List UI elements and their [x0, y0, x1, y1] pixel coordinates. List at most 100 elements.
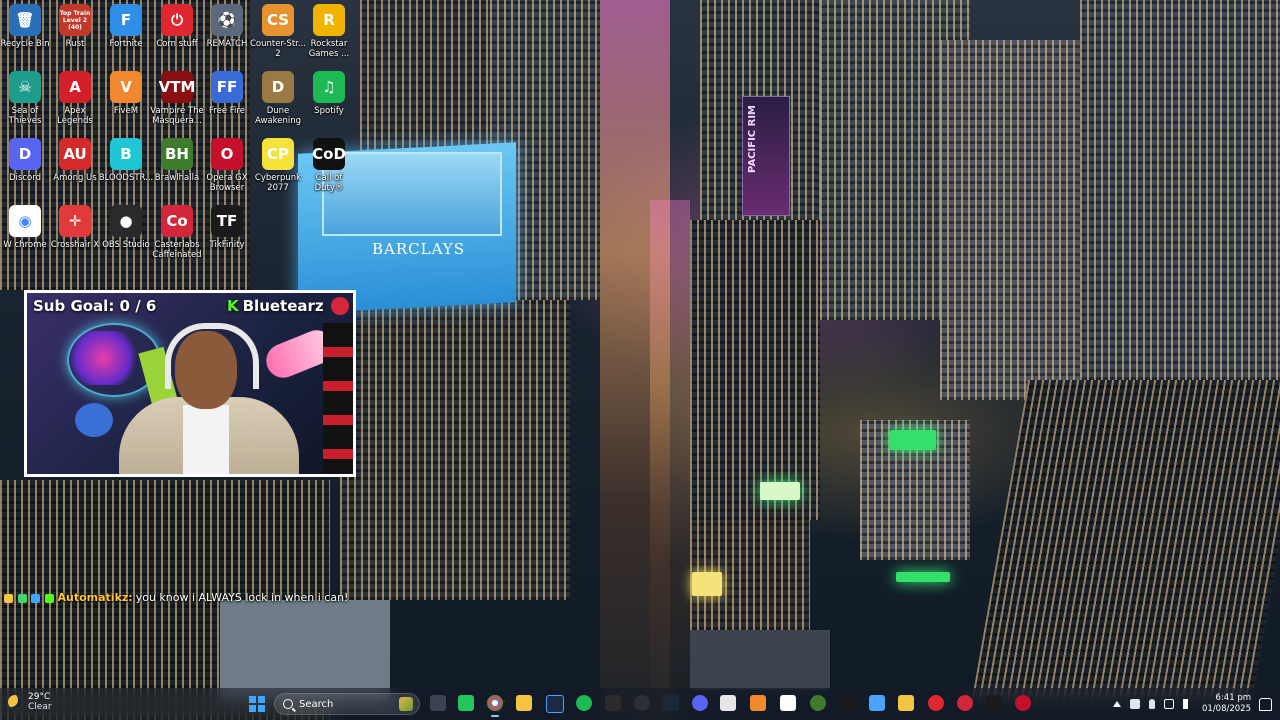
desktop-icon-obs-studio[interactable]: ● OBS Studio	[97, 205, 155, 250]
weather-widget[interactable]: 29°C Clear	[8, 692, 52, 712]
dune-awakening-icon: D	[262, 71, 294, 103]
cyberpunk-2077-icon: CP	[262, 138, 294, 170]
spotify-icon[interactable]	[576, 695, 592, 711]
spotify-icon: ♫	[313, 71, 345, 103]
call-of-duty-icon: CoD	[312, 138, 346, 170]
desktop-icon-opera-gx-browser[interactable]: O Opera GX Browser	[198, 138, 256, 193]
speaker-icon[interactable]	[1183, 699, 1188, 709]
rust-icon: Top Train Level 2 (40)	[59, 4, 91, 36]
tikfinity-icon: TF	[211, 205, 243, 237]
chat-message: Automatikz: you know i ALWAYS lock in wh…	[4, 591, 348, 604]
search-highlight-icon	[399, 697, 413, 711]
streamer-name: Bluetearz	[242, 297, 324, 315]
power-app-icon[interactable]	[928, 695, 944, 711]
chat-username: Automatikz:	[57, 591, 133, 604]
free-fire-icon: FF	[211, 71, 243, 103]
webcam-overlay: Sub Goal: 0 / 6 K Bluetearz	[24, 290, 356, 477]
desktop-icon-among-us[interactable]: AU Among Us	[46, 138, 104, 183]
clock-time: 6:41 pm	[1215, 693, 1251, 703]
desktop-icon-rockstar-games[interactable]: R Rockstar Games ...	[300, 4, 358, 59]
green-rooftop-light	[896, 572, 950, 582]
desktop-icon-label: TikFinity	[209, 240, 245, 250]
clock[interactable]: 6:41 pm 01/08/2025	[1202, 693, 1251, 715]
xbox-app-icon[interactable]	[810, 695, 826, 711]
chat-badges	[4, 591, 55, 604]
game-launcher-icon[interactable]	[840, 695, 856, 711]
desktop-icon-label: Opera GX Browser	[206, 173, 248, 193]
gift-badge-icon	[17, 593, 27, 603]
tray-app-icon[interactable]	[1130, 699, 1140, 709]
fivem-icon: V	[110, 71, 142, 103]
corn-stuff-icon: ⏻	[161, 4, 193, 36]
tray-icons	[1113, 699, 1188, 709]
desktop-icon-label: Among Us	[53, 173, 97, 183]
notification-bell-icon[interactable]	[1259, 697, 1272, 711]
desktop-icon-label: REMATCH	[206, 39, 248, 49]
desktop-icon-rust[interactable]: Top Train Level 2 (40) Rust	[46, 4, 104, 49]
desktop-icon-crosshair-x[interactable]: ✛ Crosshair X	[46, 205, 104, 250]
rooftop	[220, 600, 390, 700]
rooftop-light	[760, 482, 800, 500]
desktop-icon-label: OBS Studio	[102, 240, 150, 250]
rooftop	[690, 630, 830, 690]
vegas-icon[interactable]	[546, 695, 564, 713]
windows-logo-icon	[249, 696, 257, 704]
desktop-icon-tikfinity[interactable]: TF TikFinity	[198, 205, 256, 250]
desktop-icon-label: Rust	[65, 39, 85, 49]
streamer-shirt	[183, 405, 229, 474]
desktop-icon-rematch[interactable]: ⚽ REMATCH	[198, 4, 256, 49]
task-view-icon[interactable]	[430, 695, 446, 711]
tikfinity-icon[interactable]	[986, 695, 1002, 711]
taskbar-search[interactable]: Search	[274, 693, 420, 715]
discord-icon: D	[9, 138, 41, 170]
rematch-icon: ⚽	[211, 4, 243, 36]
photos-icon[interactable]	[869, 695, 885, 711]
opera-gx-icon[interactable]	[1015, 695, 1031, 711]
weather-temp: 29°C	[28, 692, 51, 702]
chrome-icon[interactable]	[487, 695, 503, 717]
tower	[690, 220, 820, 520]
network-icon[interactable]	[1164, 699, 1174, 709]
akatsuki-banner	[323, 323, 353, 473]
chevron-up-icon[interactable]	[1113, 701, 1121, 707]
rockstar-games-icon: R	[313, 4, 345, 36]
opera-gx-browser-icon: O	[211, 138, 243, 170]
chat-text: you know i ALWAYS lock in when i can!	[135, 591, 349, 604]
sticky-notes-icon[interactable]	[898, 695, 914, 711]
steam-icon[interactable]	[663, 695, 679, 711]
desktop-icon-apex-legends[interactable]: A Apex Legends	[46, 71, 104, 126]
desktop-icon-cyberpunk-2077[interactable]: CP Cyberpunk 2077	[249, 138, 307, 193]
discord-icon[interactable]	[692, 695, 708, 711]
desktop-icon-free-fire[interactable]: FF Free Fire	[198, 71, 256, 116]
desktop-icon-spotify[interactable]: ♫ Spotify	[300, 71, 358, 116]
desktop-icon-fortnite[interactable]: F Fortnite	[97, 4, 155, 49]
brawlhalla-icon: BH	[161, 138, 193, 170]
obs-studio-icon: ●	[110, 205, 142, 237]
desktop-icon-label: Fortnite	[109, 39, 143, 49]
desktop-icon-fivem[interactable]: V FiveM	[97, 71, 155, 116]
taskbar: 29°C Clear Search 6:41 pm 01/08/2025	[0, 688, 1280, 720]
epic-games-icon[interactable]	[605, 695, 621, 711]
counter-str-2-icon: CS	[262, 4, 294, 36]
desktop-icon-label: Dune Awakening	[254, 106, 301, 126]
obs-icon[interactable]	[634, 695, 650, 711]
desktop-icon-call-of-duty[interactable]: CoD Call of Duty®	[300, 138, 358, 193]
xbox-icon[interactable]	[458, 695, 474, 711]
bloodstr-icon: B	[110, 138, 142, 170]
microphone-icon[interactable]	[1149, 699, 1155, 709]
start-button[interactable]	[249, 696, 265, 712]
file-explorer-icon[interactable]	[516, 695, 532, 711]
desktop-icon-dune-awakening[interactable]: D Dune Awakening	[249, 71, 307, 126]
notepad-icon[interactable]	[720, 695, 736, 711]
casterlabs-caffeinated-icon: Co	[161, 205, 193, 237]
clock-date: 01/08/2025	[1202, 704, 1251, 714]
capcut-icon[interactable]	[780, 695, 796, 711]
diamond-badge-icon	[31, 593, 40, 603]
tower	[340, 300, 570, 600]
desktop-icon-counter-str-2[interactable]: CS Counter-Str... 2	[249, 4, 307, 59]
casterlabs-icon[interactable]	[957, 695, 973, 711]
vlc-icon[interactable]	[750, 695, 766, 711]
crown-badge-icon	[4, 593, 13, 603]
barclays-sign: BARCLAYS	[372, 240, 465, 258]
desktop-icon-bloodstr[interactable]: B BLOODSTR...	[97, 138, 155, 183]
